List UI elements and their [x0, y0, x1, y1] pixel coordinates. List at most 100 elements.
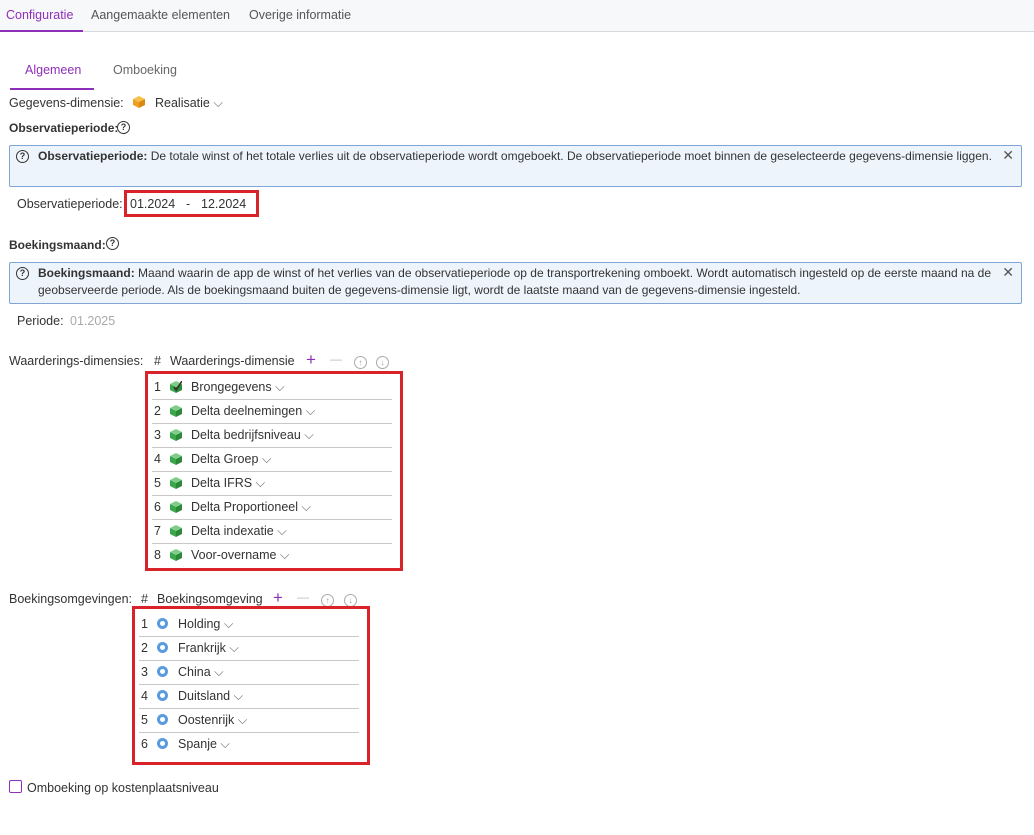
chevron-down-icon: ⌵	[213, 96, 223, 110]
list-item[interactable]: 1 Holding ⌵	[139, 613, 359, 637]
cube-icon	[170, 429, 182, 444]
chevron-down-icon: ⌵	[304, 428, 314, 442]
row-label: Frankrijk	[178, 641, 226, 655]
row-label: China	[178, 665, 211, 679]
info-text: Maand waarin de app de winst of het verl…	[38, 266, 991, 297]
move-up-icon[interactable]: ↑	[354, 354, 367, 369]
observatieperiode-field-label: Observatieperiode:	[17, 197, 123, 211]
row-number: 7	[154, 524, 161, 538]
column-hash: #	[154, 354, 161, 368]
boekingsmaand-info-box: ? Boekingsmaand: Maand waarin de app de …	[9, 262, 1022, 304]
add-icon[interactable]: +	[306, 350, 316, 370]
row-label: Brongegevens	[191, 380, 272, 394]
boekingsomgevingen-label: Boekingsomgevingen:	[9, 592, 132, 606]
info-title: Observatieperiode:	[38, 149, 148, 163]
observatieperiode-heading: Observatieperiode:	[9, 121, 119, 135]
chevron-down-icon: ⌵	[223, 617, 234, 631]
boekingsomgeving-column-header: Boekingsomgeving	[157, 592, 263, 606]
list-item[interactable]: 1 Brongegevens ⌵	[152, 376, 392, 400]
help-icon[interactable]: ?	[106, 237, 119, 250]
list-item[interactable]: 7 Delta indexatie ⌵	[152, 520, 392, 544]
info-text: De totale winst of het totale verlies ui…	[150, 149, 992, 163]
chevron-down-icon: ⌵	[277, 524, 287, 538]
list-item[interactable]: 6 Spanje ⌵	[139, 733, 359, 757]
observatieperiode-info-box: ? Observatieperiode: De totale winst of …	[9, 145, 1022, 187]
list-item[interactable]: 5 Oostenrijk ⌵	[139, 709, 359, 733]
row-label: Holding	[178, 617, 221, 631]
chevron-down-icon: ⌵	[305, 404, 316, 418]
row-label: Delta Proportioneel	[191, 500, 299, 514]
list-item[interactable]: 3 Delta bedrijfsniveau ⌵	[152, 424, 392, 448]
info-help-icon: ?	[16, 150, 29, 163]
row-label: Duitsland	[178, 689, 231, 703]
list-item[interactable]: 2 Frankrijk ⌵	[139, 637, 359, 661]
row-number: 6	[141, 737, 148, 751]
move-down-icon[interactable]: ↓	[344, 592, 357, 607]
chevron-down-icon: ⌵	[214, 665, 224, 679]
tab-omboeking[interactable]: Omboeking	[113, 63, 177, 77]
gegevens-dimensie-value: Realisatie	[155, 96, 210, 110]
remove-icon[interactable]: —	[297, 590, 309, 604]
chevron-down-icon: ⌵	[237, 713, 248, 727]
observatieperiode-to[interactable]: 12.2024	[201, 197, 246, 211]
tab-aangemaakte-elementen[interactable]: Aangemaakte elementen	[91, 8, 230, 22]
cube-icon	[170, 525, 182, 540]
cube-icon	[170, 477, 182, 492]
cube-icon	[170, 453, 182, 468]
ring-icon	[157, 618, 168, 632]
chevron-down-icon: ⌵	[229, 641, 239, 655]
row-number: 1	[141, 617, 148, 631]
row-label: Spanje	[178, 737, 217, 751]
move-up-icon[interactable]: ↑	[321, 592, 334, 607]
help-icon[interactable]: ?	[117, 121, 130, 134]
ring-icon	[157, 666, 168, 680]
remove-icon[interactable]: —	[330, 352, 342, 366]
tab-algemeen[interactable]: Algemeen	[25, 63, 81, 77]
list-item[interactable]: 8 Voor-overname ⌵	[152, 544, 392, 568]
row-label: Delta deelnemingen	[191, 404, 303, 418]
list-item[interactable]: 6 Delta Proportioneel ⌵	[152, 496, 392, 520]
cube-orange-icon	[133, 96, 145, 111]
row-number: 8	[154, 548, 161, 562]
list-item[interactable]: 5 Delta IFRS ⌵	[152, 472, 392, 496]
row-label: Oostenrijk	[178, 713, 235, 727]
tab-configuratie[interactable]: Configuratie	[6, 8, 73, 22]
cube-icon	[170, 501, 182, 516]
row-number: 1	[154, 380, 161, 394]
list-item[interactable]: 2 Delta deelnemingen ⌵	[152, 400, 392, 424]
move-down-icon[interactable]: ↓	[376, 354, 389, 369]
row-number: 4	[141, 689, 148, 703]
list-item[interactable]: 4 Duitsland ⌵	[139, 685, 359, 709]
periode-value: 01.2025	[70, 314, 116, 328]
gegevens-dimensie-select[interactable]: Realisatie ⌵	[155, 96, 223, 111]
row-number: 5	[141, 713, 148, 727]
ring-icon	[157, 690, 168, 704]
row-label: Delta bedrijfsniveau	[191, 428, 301, 442]
row-number: 6	[154, 500, 161, 514]
tab-overige-informatie[interactable]: Overige informatie	[249, 8, 351, 22]
chevron-down-icon: ⌵	[220, 737, 230, 751]
observatieperiode-from[interactable]: 01.2024	[130, 197, 175, 211]
list-item[interactable]: 4 Delta Groep ⌵	[152, 448, 392, 472]
waarderings-dimensies-label: Waarderings-dimensies:	[9, 354, 144, 368]
info-help-icon: ?	[16, 267, 29, 280]
close-icon[interactable]: ✕	[1002, 147, 1014, 164]
row-label: Delta indexatie	[191, 524, 274, 538]
omboeking-kostenplaats-checkbox[interactable]	[9, 780, 22, 793]
top-tab-bar: Configuratie Aangemaakte elementen Overi…	[0, 0, 1034, 32]
list-item[interactable]: 3 China ⌵	[139, 661, 359, 685]
active-subtab-indicator	[10, 88, 94, 90]
cube-check-icon	[170, 381, 182, 396]
checkbox-label: Omboeking op kostenplaatsniveau	[27, 781, 219, 795]
ring-icon	[157, 642, 168, 656]
chevron-down-icon: ⌵	[261, 452, 272, 466]
row-label: Delta Groep	[191, 452, 259, 466]
period-separator: -	[186, 197, 191, 211]
chevron-down-icon: ⌵	[279, 548, 290, 562]
row-number: 2	[154, 404, 161, 418]
ring-icon	[157, 738, 168, 752]
close-icon[interactable]: ✕	[1002, 264, 1014, 281]
boekingsmaand-heading: Boekingsmaand:	[9, 238, 106, 252]
add-icon[interactable]: +	[273, 588, 283, 608]
ring-icon	[157, 714, 168, 728]
